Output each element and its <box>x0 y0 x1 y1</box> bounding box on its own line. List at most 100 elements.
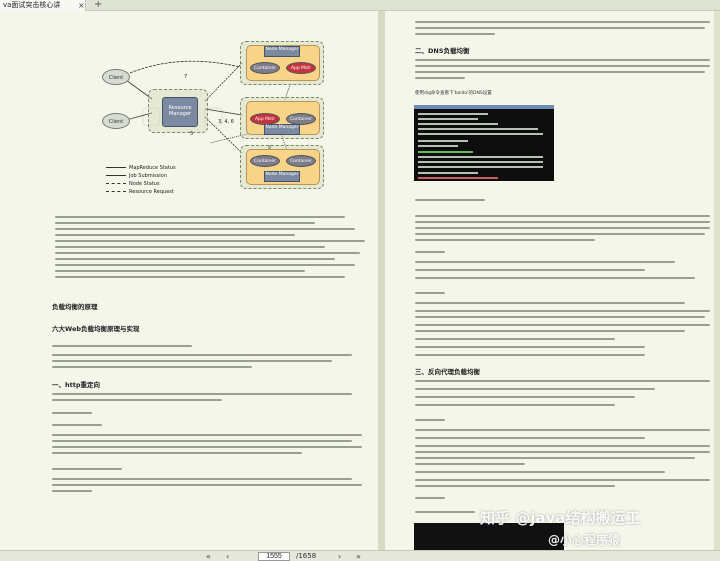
text-line <box>52 412 92 414</box>
text-line <box>415 463 525 465</box>
text-line <box>415 316 705 318</box>
terminal-caption: 使用dig命令查看下'baidu'的DNS设置 <box>415 91 492 96</box>
text-line <box>415 59 710 61</box>
text-line <box>415 310 710 312</box>
text-line <box>52 468 122 470</box>
legend-solid-arrow <box>106 167 126 168</box>
heading-dns-lb: 二、DNS负载均衡 <box>415 47 470 55</box>
legend-solid-arrow <box>106 175 126 176</box>
text-line <box>415 221 710 223</box>
heading-six-web: 六大Web负载均衡原理与实现 <box>52 325 140 333</box>
text-line <box>415 457 695 459</box>
diagram-legend: MapReduce Status Job Submission Node Sta… <box>106 165 206 199</box>
text-line <box>415 33 495 35</box>
text-line <box>52 354 352 356</box>
text-line <box>415 227 710 229</box>
text-line <box>415 21 710 23</box>
text-line <box>415 330 685 332</box>
text-line <box>52 446 362 448</box>
legend-row: MapReduce Status <box>106 165 176 172</box>
text-line <box>415 199 485 201</box>
terminal-screenshot <box>414 105 554 181</box>
text-line <box>415 451 710 453</box>
text-line <box>415 354 645 356</box>
text-line <box>55 258 335 260</box>
new-tab-icon[interactable]: + <box>94 0 102 10</box>
legend-dashed-arrow <box>106 183 126 184</box>
text-line <box>415 479 710 481</box>
text-line <box>52 490 92 492</box>
text-line <box>52 440 352 442</box>
text-line <box>55 228 355 230</box>
text-line <box>415 77 465 79</box>
text-line <box>415 419 445 421</box>
text-line <box>415 497 445 499</box>
text-line <box>415 404 615 406</box>
text-line <box>415 445 710 447</box>
heading-http-redirect: 一、http重定向 <box>52 381 100 389</box>
text-line <box>55 216 345 218</box>
container-4: Container <box>286 155 316 167</box>
text-line <box>52 484 362 486</box>
text-line <box>415 437 645 439</box>
prev-page-button[interactable]: ‹ <box>226 551 229 561</box>
text-line <box>52 399 222 401</box>
text-line <box>415 251 445 253</box>
text-line <box>52 424 102 426</box>
text-line <box>415 233 705 235</box>
text-line <box>415 346 645 348</box>
text-line <box>415 71 705 73</box>
text-line <box>415 471 665 473</box>
text-line <box>415 380 710 382</box>
text-line <box>52 434 362 436</box>
text-line <box>415 65 710 67</box>
edge-label-5: 5 <box>190 131 194 137</box>
legend-row: Node Status <box>106 181 160 188</box>
text-line <box>55 264 355 266</box>
yarn-architecture-diagram: Client Client Resource Manager 7 5 3, 4,… <box>90 33 340 203</box>
text-line <box>415 269 645 271</box>
last-page-button[interactable]: » <box>356 551 361 561</box>
watermark-author: @小心程序猿 <box>548 533 621 547</box>
node-manager-2: Node Manager <box>264 124 300 135</box>
text-line <box>415 338 615 340</box>
text-line <box>415 261 675 263</box>
page-gutter <box>378 11 385 550</box>
edge-label-346: 3, 4, 6 <box>218 119 234 125</box>
text-line <box>55 270 305 272</box>
text-line <box>415 429 710 431</box>
node-manager-1: Node Manager <box>264 46 300 57</box>
tab-bar: va面试突击核心讲 × + <box>0 0 720 11</box>
container-1: Container <box>250 62 280 74</box>
text-line <box>415 277 695 279</box>
client-node-2: Client <box>102 113 130 129</box>
app-master-1: App Mstr <box>286 62 316 74</box>
text-line <box>415 239 595 241</box>
page-number-input[interactable] <box>258 552 290 561</box>
text-line <box>415 302 685 304</box>
page-total: /1658 <box>296 552 317 560</box>
watermark-zhihu: 知乎 @java结构搬运工 <box>480 509 641 527</box>
legend-dashed-arrow <box>106 191 126 192</box>
text-line <box>415 215 710 217</box>
node-manager-3: Node Manager <box>264 171 300 182</box>
document-tab[interactable]: va面试突击核心讲 × <box>0 0 86 11</box>
edge-label-7: 7 <box>184 74 188 80</box>
legend-row: Job Submission <box>106 173 167 180</box>
next-page-button[interactable]: › <box>338 551 341 561</box>
close-icon[interactable]: × <box>78 0 85 11</box>
tab-title: va面试突击核心讲 <box>3 1 61 9</box>
text-line <box>415 324 710 326</box>
text-line <box>415 511 475 513</box>
text-line <box>52 452 302 454</box>
text-line <box>55 246 325 248</box>
text-line <box>55 240 365 242</box>
first-page-button[interactable]: « <box>206 551 211 561</box>
text-line <box>415 388 655 390</box>
text-line <box>52 345 192 347</box>
text-line <box>415 292 445 294</box>
text-line <box>52 478 352 480</box>
text-line <box>415 396 635 398</box>
document-viewer[interactable]: ▢ ▢ ▢ Client Client Resource Manager <box>0 11 720 550</box>
container-3: Container <box>250 155 280 167</box>
